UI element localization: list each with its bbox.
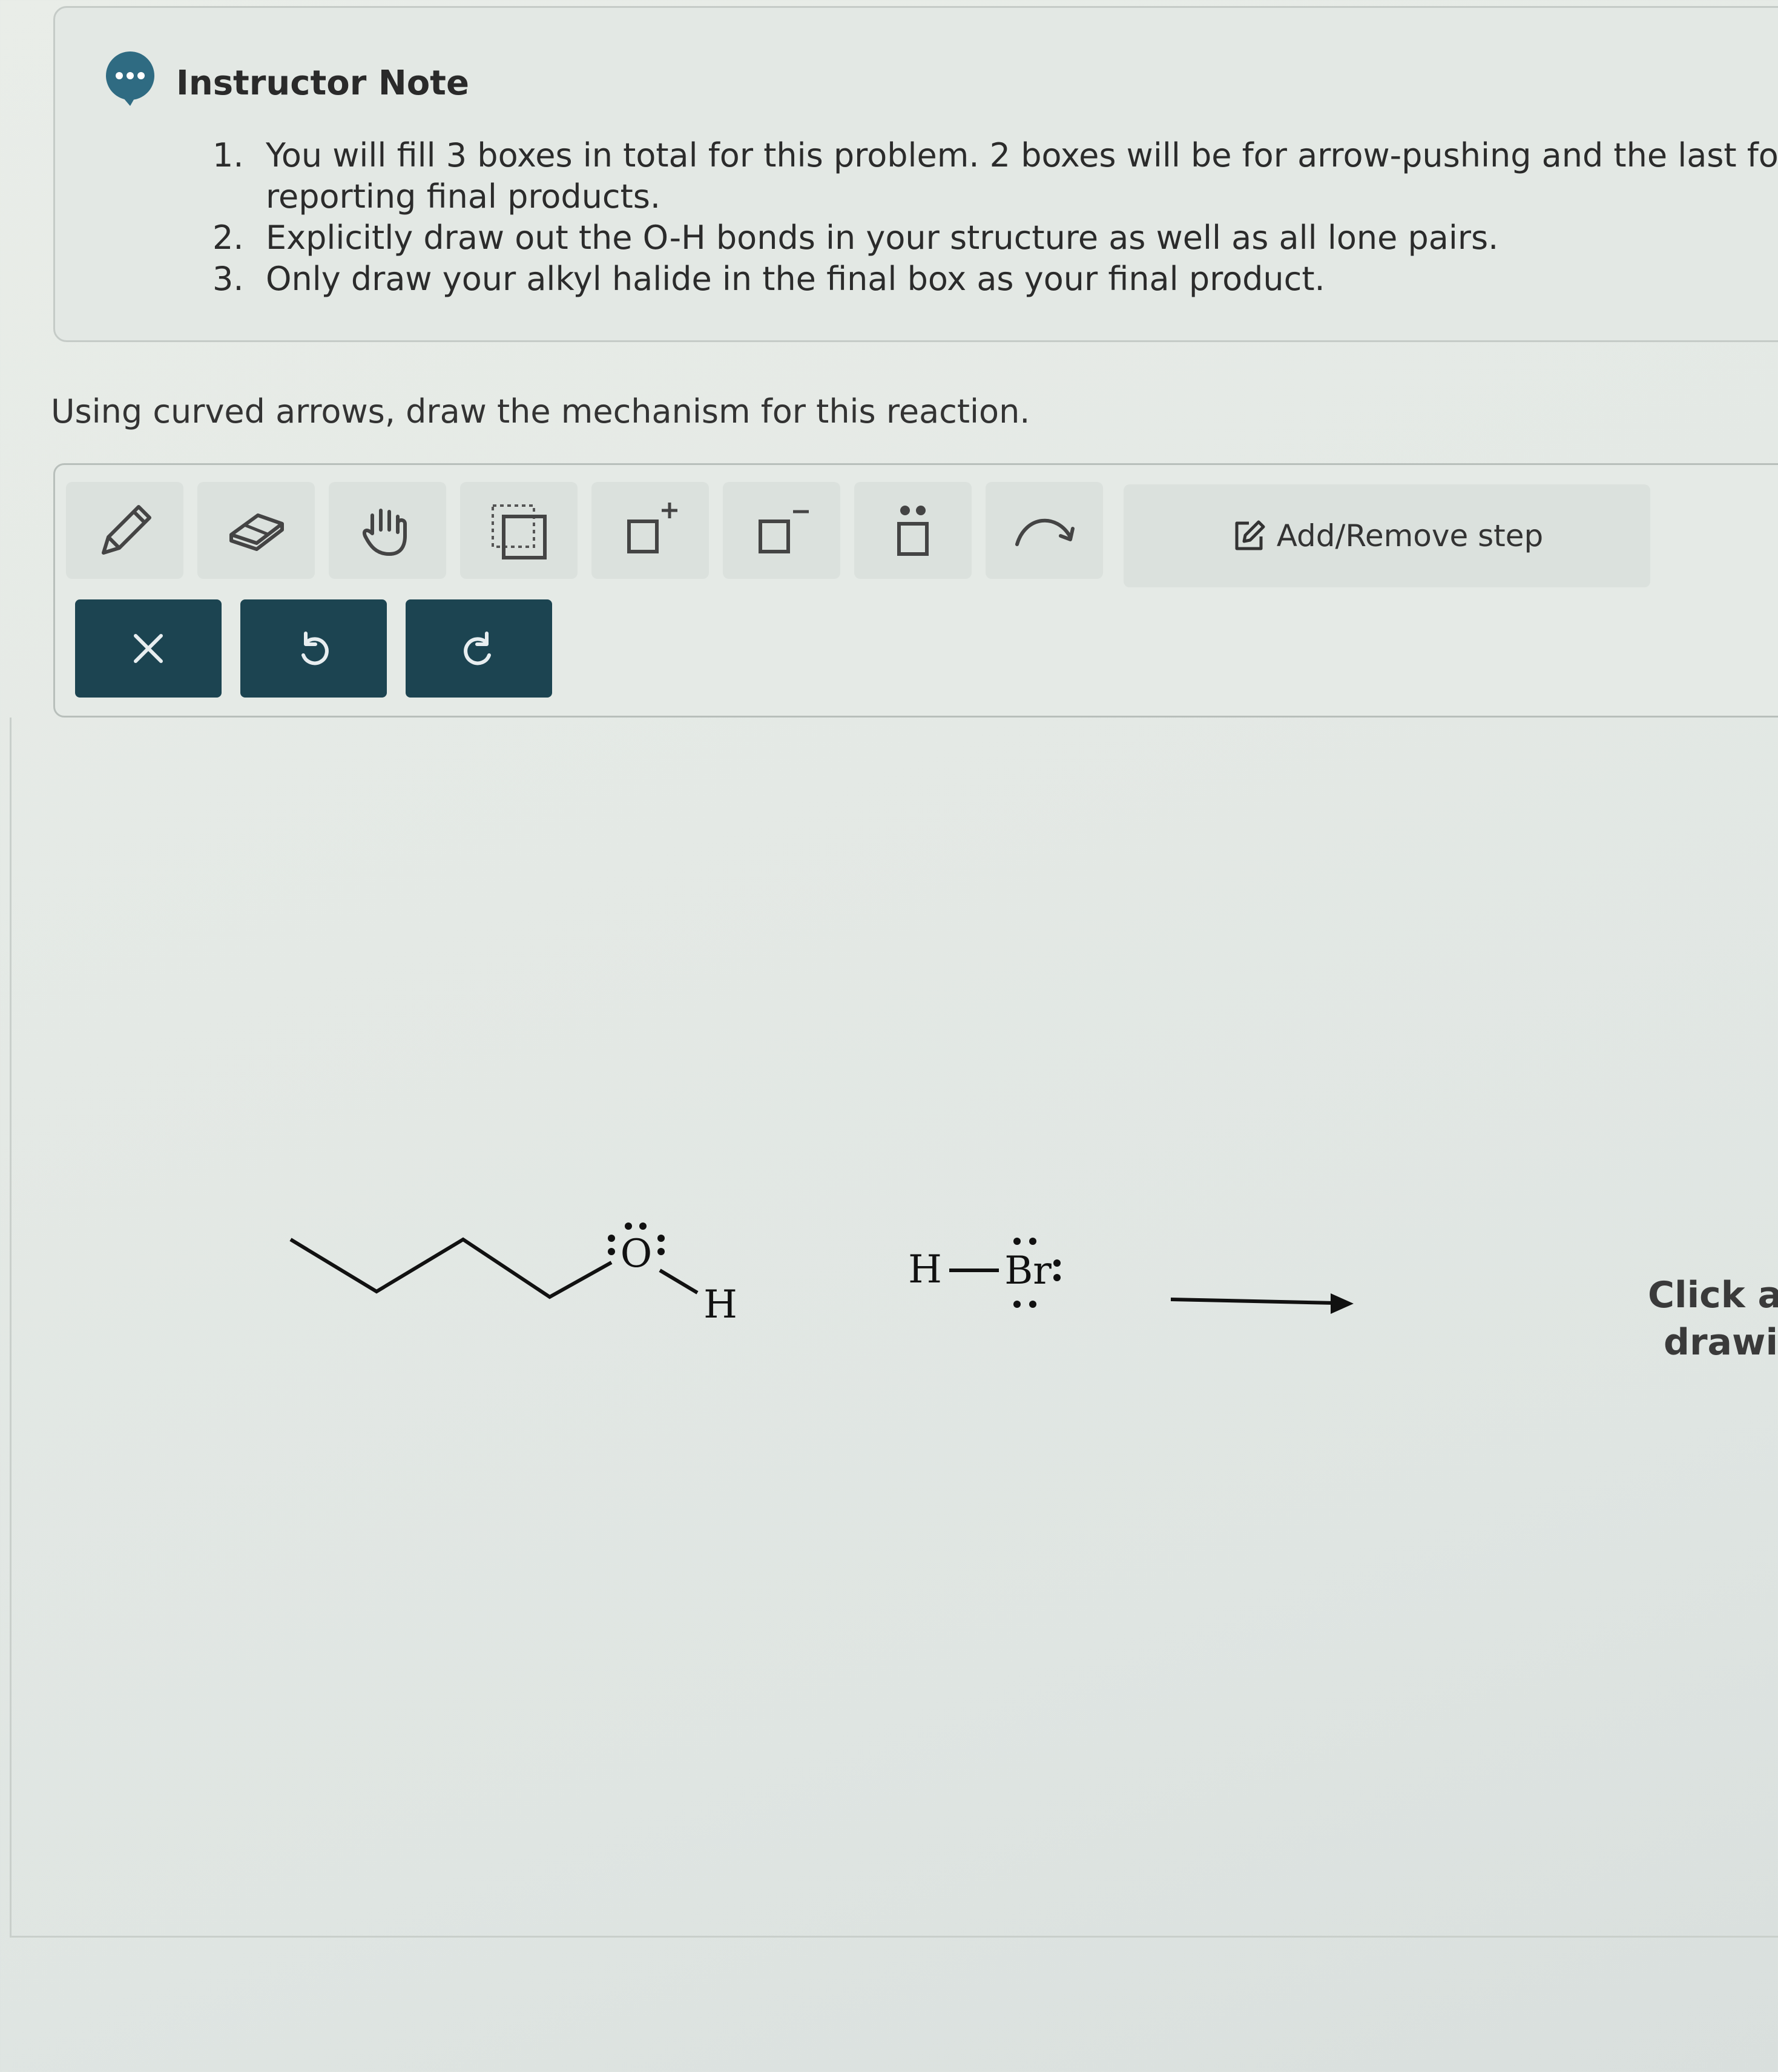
note-item: 1. You will fill 3 boxes in total for th… [212,135,1778,217]
curved-arrow-button[interactable] [986,482,1103,579]
hand-icon [363,509,407,556]
select-icon [492,504,547,559]
add-remove-step-label: Add/Remove step [1276,518,1544,553]
positive-charge-button[interactable] [591,482,709,579]
note-item-text: You will fill 3 boxes in total for this … [266,136,1778,174]
note-item: 3. Only draw your alkyl halide in the fi… [212,259,1778,300]
note-item-number: 3. [212,260,244,298]
instructor-note: Instructor Note 1. You will fill 3 boxes… [53,6,1778,342]
hand-tool-button[interactable] [329,482,446,579]
edit-icon [1235,520,1265,550]
click-hint-line: drawi [1664,1321,1778,1364]
question-prompt: Using curved arrows, draw the mechanism … [51,392,1030,431]
note-item-text-cont: reporting final products. [266,177,661,216]
note-item-number: 2. [212,219,244,257]
click-hint-line: Click a [1648,1274,1778,1316]
eraser-tool-button[interactable] [197,482,315,579]
redo-icon [464,632,491,665]
eraser-icon [229,513,284,551]
undo-icon [301,632,329,665]
negative-charge-icon [759,510,809,553]
note-title: Instructor Note [176,64,469,103]
close-icon [134,634,163,663]
lone-pair-button[interactable] [854,482,972,579]
chat-bubble-icon [106,51,154,106]
note-item-text: Only draw your alkyl halide in the final… [266,260,1325,298]
select-tool-button[interactable] [460,482,578,579]
note-item-number: 1. [212,136,244,174]
note-item-text: Explicitly draw out the O-H bonds in you… [266,219,1499,257]
drawing-canvas[interactable] [10,718,1778,1938]
positive-charge-icon [627,503,677,553]
note-item: 2. Explicitly draw out the O-H bonds in … [212,217,1778,259]
lone-pair-icon [897,506,929,556]
negative-charge-button[interactable] [723,482,840,579]
curved-arrow-icon [1015,518,1075,546]
drawing-toolbar: Add/Remove step [53,463,1778,718]
note-list: 1. You will fill 3 boxes in total for th… [212,135,1778,300]
redo-button[interactable] [406,599,552,698]
pencil-icon [102,505,151,555]
clear-button[interactable] [75,599,222,698]
undo-button[interactable] [240,599,387,698]
click-to-draw-hint[interactable]: Click a drawi [1648,1272,1778,1366]
pencil-tool-button[interactable] [66,482,183,579]
add-remove-step-button[interactable]: Add/Remove step [1124,484,1650,587]
